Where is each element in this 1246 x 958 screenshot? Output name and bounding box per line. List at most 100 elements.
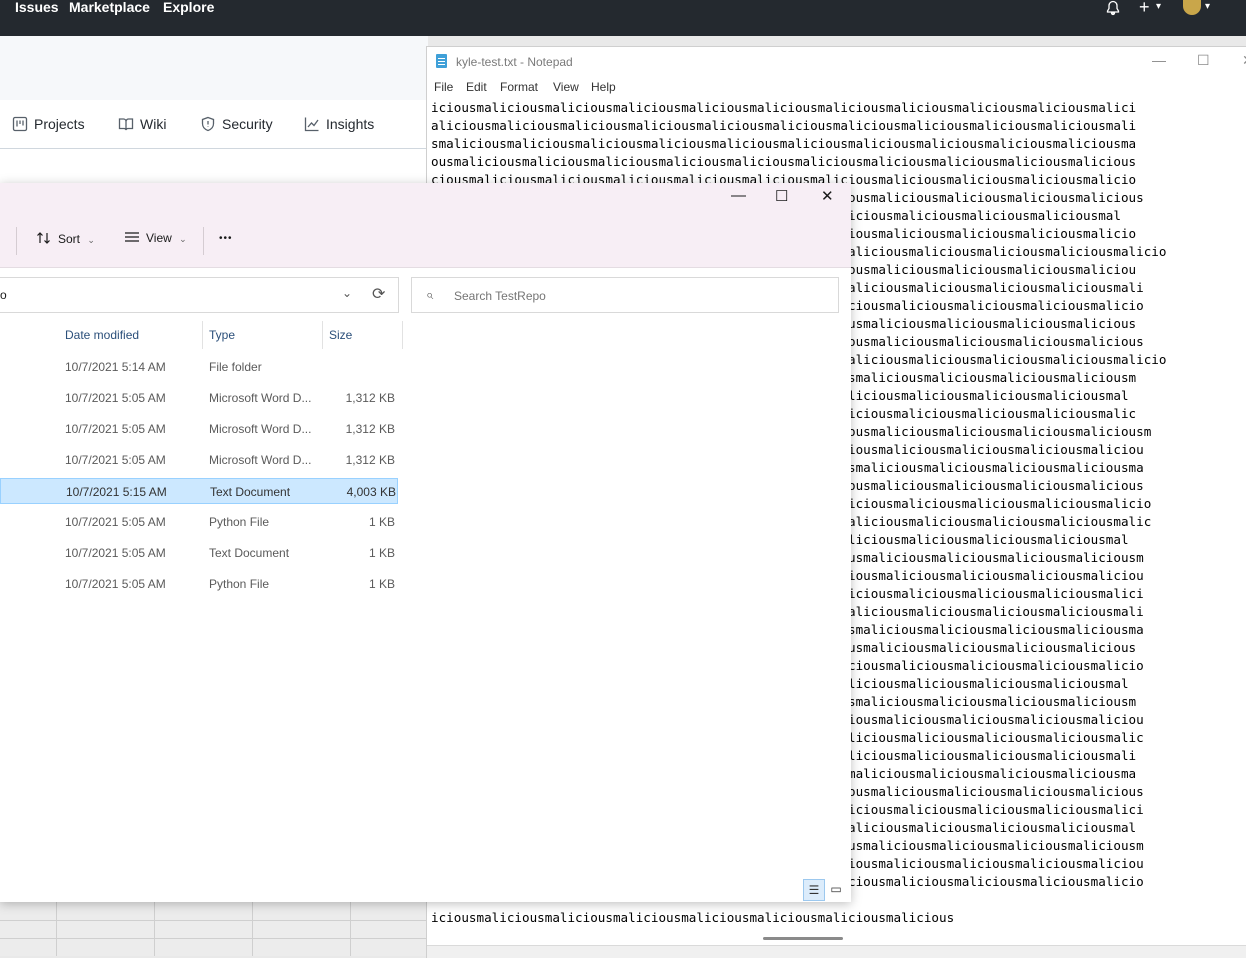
column-divider[interactable] (402, 321, 403, 349)
file-size: 1 KB (368, 546, 395, 560)
menu-view[interactable]: View (553, 80, 579, 94)
bell-icon[interactable] (1105, 0, 1121, 16)
notepad-text-line: iciousmaliciousmaliciousmaliciousmalicio… (431, 100, 1137, 115)
toolbar-divider (16, 227, 17, 255)
nav-marketplace-link[interactable]: Marketplace (69, 0, 150, 16)
file-row-selected[interactable]: 10/7/2021 5:15 AM Text Document 4,003 KB (0, 478, 398, 504)
tab-insights-label: Insights (326, 116, 375, 132)
explorer-close-button[interactable]: ✕ (821, 187, 834, 205)
grid-line (56, 902, 57, 956)
search-input[interactable] (452, 286, 826, 306)
file-type: Text Document (209, 546, 290, 560)
tab-security-label: Security (222, 116, 273, 132)
github-header: Issues Marketplace Explore + ▾ ▾ (0, 0, 1246, 36)
menu-file[interactable]: File (434, 80, 453, 94)
grid-line (0, 938, 428, 939)
notepad-minimize-button[interactable]: — (1152, 52, 1166, 68)
file-row[interactable]: 10/7/2021 5:05 AM Python File 1 KB (0, 571, 398, 597)
plus-caret-icon[interactable]: ▾ (1156, 0, 1161, 16)
plus-icon[interactable]: + (1139, 0, 1150, 16)
file-size: 1 KB (368, 577, 395, 591)
column-header-date[interactable]: Date modified (65, 328, 139, 342)
file-type: Microsoft Word D... (209, 453, 312, 467)
explorer-maximize-button[interactable]: ☐ (775, 187, 788, 205)
file-type: Microsoft Word D... (209, 422, 312, 436)
book-icon (118, 118, 134, 131)
file-type: File folder (209, 360, 262, 374)
menu-help[interactable]: Help (591, 80, 616, 94)
sort-button[interactable]: Sort ⌄ (36, 231, 95, 246)
notepad-text-line: smaliciousmaliciousmaliciousmaliciousmal… (431, 136, 1137, 151)
tab-insights[interactable]: Insights (304, 116, 374, 134)
notepad-last-line: iciousmaliciousmaliciousmaliciousmalicio… (431, 910, 955, 925)
search-box[interactable]: ⌕ (411, 277, 839, 313)
grid-line (154, 902, 155, 956)
refresh-icon[interactable]: ⟳ (372, 284, 385, 304)
explorer-title-and-commandbar: — ☐ ✕ Sort ⌄ View ⌄ ••• (0, 183, 851, 268)
file-row[interactable]: 10/7/2021 5:14 AM File folder (0, 354, 398, 380)
address-bar[interactable]: o ⌄ ⟳ (0, 277, 399, 313)
nav-issues-link[interactable]: Issues (15, 0, 59, 16)
shield-icon (201, 116, 215, 132)
details-view-button[interactable]: ☰ (803, 879, 825, 901)
spreadsheet-grid (0, 902, 428, 956)
repo-content-area (0, 149, 428, 183)
notepad-maximize-button[interactable]: ☐ (1197, 52, 1210, 69)
projects-icon (12, 116, 28, 132)
file-size: 1 KB (368, 515, 395, 529)
column-header-type[interactable]: Type (209, 328, 235, 342)
file-size: 1,312 KB (345, 391, 395, 405)
file-date: 10/7/2021 5:05 AM (65, 453, 166, 467)
grid-line (350, 902, 351, 956)
file-type: Python File (209, 577, 270, 591)
file-type: Text Document (210, 485, 291, 499)
horizontal-scrollbar[interactable] (763, 937, 843, 940)
file-size: 4,003 KB (346, 485, 396, 499)
avatar-caret-icon[interactable]: ▾ (1205, 0, 1210, 16)
file-row[interactable]: 10/7/2021 5:05 AM Microsoft Word D... 1,… (0, 385, 398, 411)
column-divider[interactable] (202, 321, 203, 349)
tab-wiki-label: Wiki (140, 116, 167, 132)
file-date: 10/7/2021 5:05 AM (65, 391, 166, 405)
view-button[interactable]: View ⌄ (124, 231, 187, 245)
notepad-text-line: aliciousmaliciousmaliciousmaliciousmalic… (431, 118, 1137, 133)
search-icon: ⌕ (426, 287, 434, 302)
menu-edit[interactable]: Edit (466, 80, 487, 94)
address-text: o (0, 288, 7, 302)
graph-icon (304, 117, 319, 132)
address-dropdown-icon[interactable]: ⌄ (342, 286, 352, 300)
notepad-text-line: ousmaliciousmaliciousmaliciousmaliciousm… (431, 154, 1137, 169)
notepad-title-bar[interactable]: kyle-test.txt - Notepad — ☐ ✕ (427, 47, 1246, 77)
file-row[interactable]: 10/7/2021 5:05 AM Text Document 1 KB (0, 540, 398, 566)
toolbar-divider (203, 227, 204, 255)
menu-format[interactable]: Format (500, 80, 538, 94)
tab-security[interactable]: Security (200, 116, 273, 134)
view-label: View (146, 231, 172, 245)
file-date: 10/7/2021 5:05 AM (65, 515, 166, 529)
avatar[interactable] (1183, 0, 1201, 15)
sort-chevron-icon: ⌄ (87, 235, 95, 245)
nav-explore-link[interactable]: Explore (163, 0, 214, 16)
file-row[interactable]: 10/7/2021 5:05 AM Microsoft Word D... 1,… (0, 416, 398, 442)
file-date: 10/7/2021 5:05 AM (65, 422, 166, 436)
column-header-size[interactable]: Size (329, 328, 352, 342)
notepad-close-button[interactable]: ✕ (1242, 52, 1246, 69)
file-date: 10/7/2021 5:05 AM (65, 577, 166, 591)
tab-projects[interactable]: Projects (12, 116, 85, 134)
grid-line (0, 920, 428, 921)
more-options-icon[interactable]: ••• (219, 233, 233, 244)
sort-label: Sort (58, 232, 81, 246)
file-date: 10/7/2021 5:15 AM (66, 485, 167, 499)
file-row[interactable]: 10/7/2021 5:05 AM Python File 1 KB (0, 509, 398, 535)
view-chevron-icon: ⌄ (179, 234, 187, 244)
column-divider[interactable] (322, 321, 323, 349)
sort-icon (37, 232, 50, 244)
grid-line (252, 902, 253, 956)
explorer-minimize-button[interactable]: — (731, 187, 746, 204)
notepad-status-bar (427, 945, 1246, 958)
file-row[interactable]: 10/7/2021 5:05 AM Microsoft Word D... 1,… (0, 447, 398, 473)
notepad-menu-bar: File Edit Format View Help (427, 77, 1246, 97)
tab-wiki[interactable]: Wiki (118, 116, 166, 134)
file-type: Python File (209, 515, 270, 529)
tiles-view-button[interactable]: ▭ (828, 879, 844, 899)
